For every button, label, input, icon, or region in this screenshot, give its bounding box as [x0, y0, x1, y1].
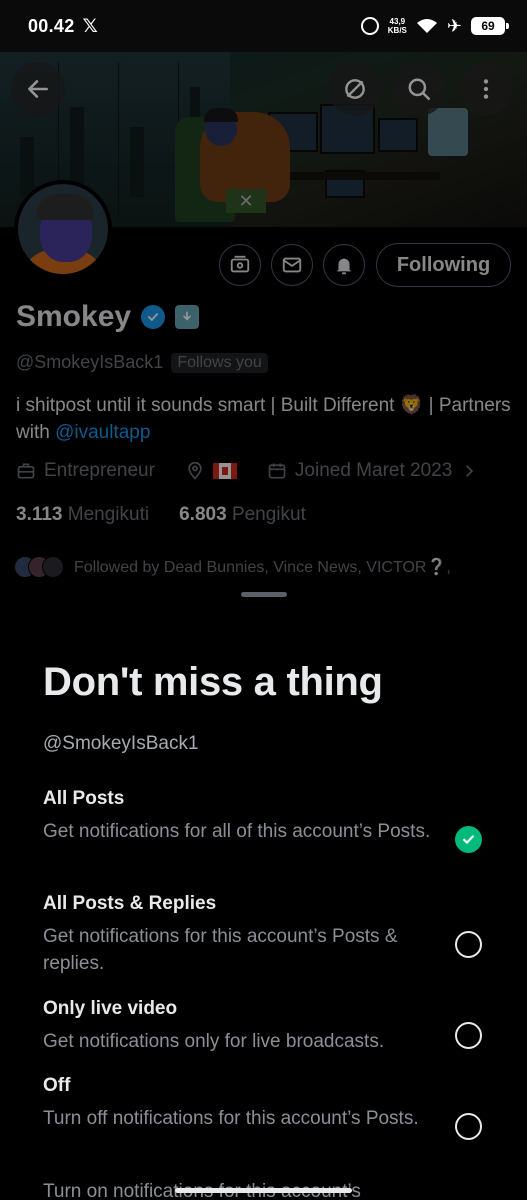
chevron-right-icon[interactable] — [460, 462, 478, 480]
bio-mention-link[interactable]: @ivaultapp — [55, 422, 150, 443]
follow-counts: 3.113 Mengikuti 6.803 Pengikut — [16, 504, 306, 526]
airplane-icon: ✈ — [446, 16, 462, 36]
option-off[interactable]: Off Turn off notifications for this acco… — [43, 1075, 483, 1132]
radio-all-posts[interactable] — [455, 826, 482, 853]
search-icon — [408, 78, 430, 100]
option-all-posts-replies[interactable]: All Posts & Replies Get notifications fo… — [43, 893, 483, 977]
status-time: 00.42 — [28, 15, 75, 36]
search-button[interactable] — [392, 62, 446, 116]
profile-joined: Joined Maret 2023 — [294, 460, 453, 481]
avatar[interactable] — [14, 180, 112, 278]
option-only-live-video[interactable]: Only live video Get notifications only f… — [43, 998, 483, 1055]
radio-off[interactable] — [455, 1113, 482, 1140]
follower-avatar — [42, 556, 64, 578]
battery-indicator: 69 — [471, 17, 509, 35]
status-icons: 43,9 KB/S ✈ 69 — [360, 16, 509, 36]
grok-button[interactable] — [328, 62, 382, 116]
network-speed: 43,9 KB/S — [387, 17, 407, 35]
more-options-button[interactable] — [459, 62, 513, 116]
home-indicator[interactable] — [175, 1188, 352, 1193]
message-icon — [282, 257, 302, 273]
profile-handle: @SmokeyIsBack1 — [16, 352, 164, 372]
back-button[interactable] — [11, 62, 65, 116]
sheet-grabber[interactable] — [241, 592, 287, 597]
briefcase-icon — [17, 463, 35, 479]
follows-you-badge: Follows you — [171, 352, 268, 373]
message-button[interactable] — [271, 244, 313, 286]
following-count-link[interactable]: 3.113 Mengikuti — [16, 504, 149, 526]
radio-all-posts-replies[interactable] — [455, 931, 482, 958]
profile-category: Entrepreneur — [44, 460, 155, 481]
profile-name: Smokey — [16, 300, 200, 334]
notification-button[interactable] — [323, 244, 365, 286]
back-arrow-icon — [28, 80, 48, 98]
profile-meta: Entrepreneur Joined Maret 2023 — [16, 460, 478, 482]
followed-by-row[interactable]: Followed by Dead Bunnies, Vince News, VI… — [14, 556, 451, 578]
sheet-handle: @SmokeyIsBack1 — [43, 733, 199, 754]
x-logo-icon: 𝕏 — [82, 15, 98, 37]
canada-flag-icon — [212, 463, 237, 479]
check-icon — [463, 835, 474, 844]
subscribe-icon — [230, 255, 250, 273]
followers-count-link[interactable]: 6.803 Pengikut — [179, 504, 306, 526]
notification-settings-sheet: Don't miss a thing @SmokeyIsBack1 All Po… — [0, 580, 527, 1200]
following-button[interactable]: Following — [376, 243, 511, 287]
more-vertical-icon — [483, 79, 489, 99]
profile-bio: i shitpost until it sounds smart | Built… — [16, 395, 511, 443]
radio-only-live-video[interactable] — [455, 1022, 482, 1049]
calendar-icon — [268, 463, 286, 479]
location-icon — [188, 461, 202, 480]
handle-row: @SmokeyIsBack1 Follows you — [16, 352, 268, 373]
verified-badge-icon[interactable] — [141, 305, 166, 329]
alarm-icon — [360, 17, 379, 35]
sheet-title: Don't miss a thing — [43, 660, 383, 704]
notification-bell-icon — [336, 258, 352, 275]
option-all-posts[interactable]: All Posts Get notifications for all of t… — [43, 788, 483, 845]
grok-icon — [345, 79, 365, 99]
subscribe-button[interactable] — [219, 244, 261, 286]
affiliate-badge-icon[interactable] — [175, 305, 200, 329]
followed-by-text: Followed by Dead Bunnies, Vince News, VI… — [74, 559, 451, 576]
status-bar: 00.42 𝕏 43,9 KB/S ✈ 69 — [0, 0, 527, 52]
wifi-icon — [416, 19, 437, 33]
